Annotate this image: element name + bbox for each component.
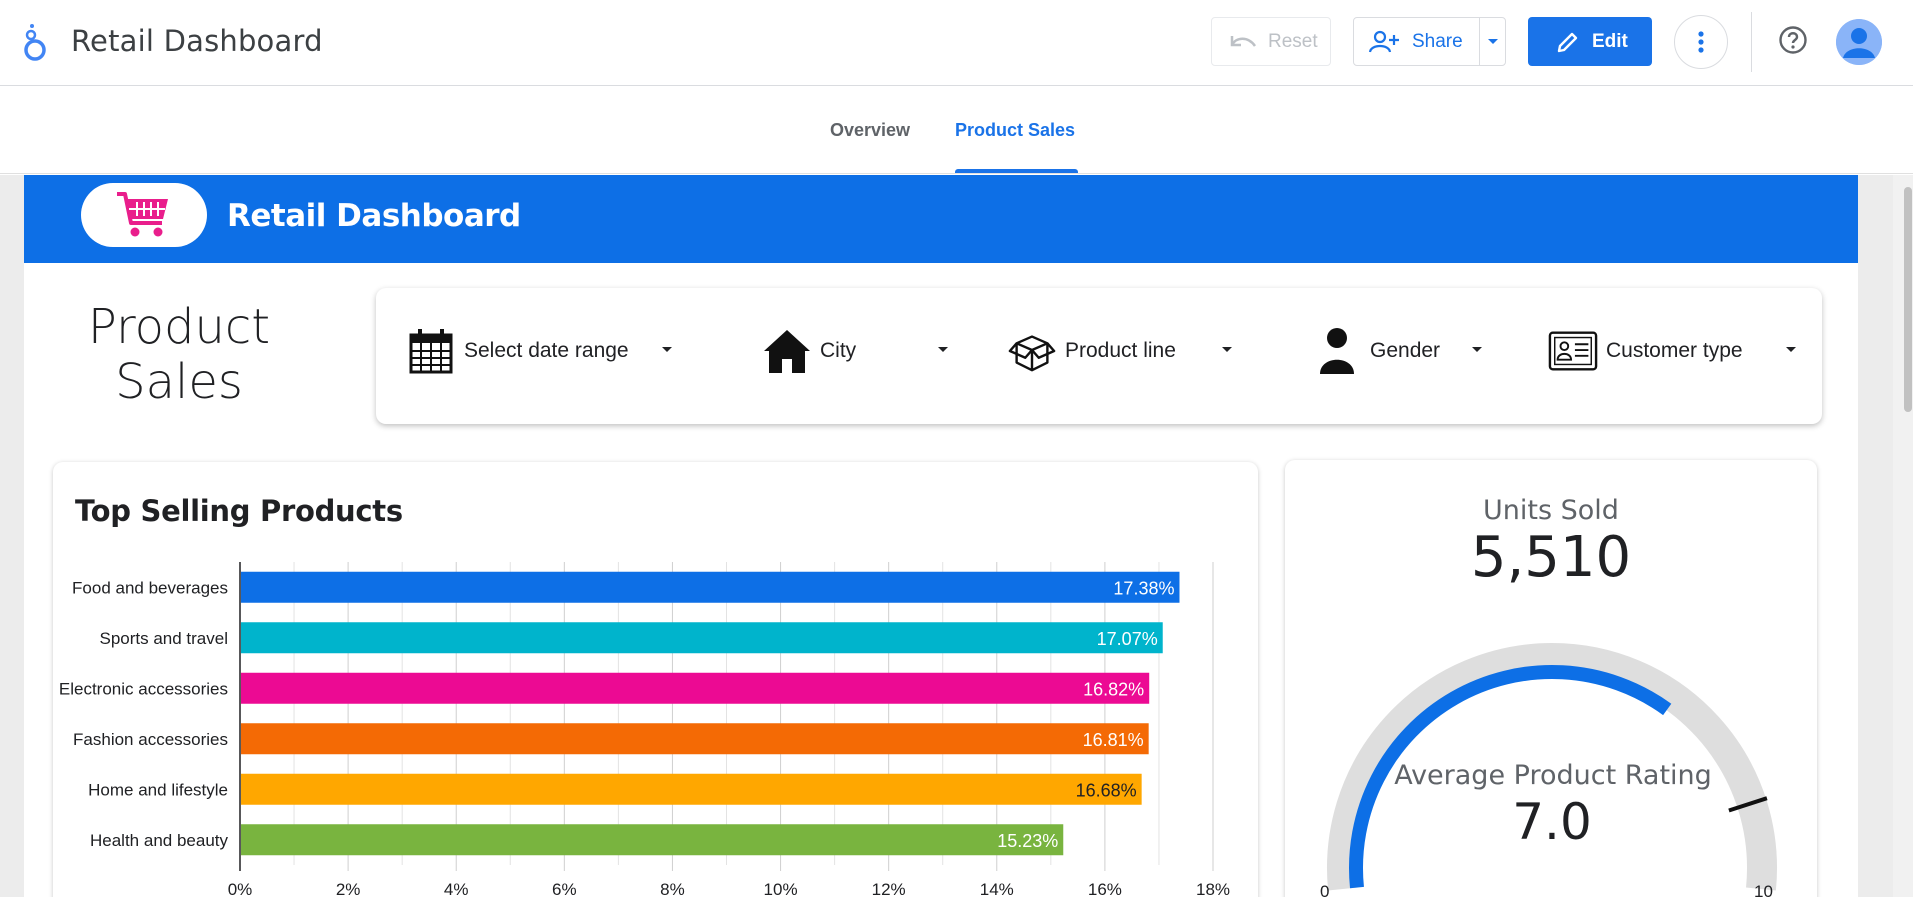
- reset-label: Reset: [1268, 30, 1318, 52]
- cart-logo: [81, 183, 207, 247]
- caret-down-icon: [1472, 347, 1482, 352]
- data-label: 17.38%: [1113, 578, 1174, 598]
- page-tabs: Overview Product Sales: [0, 87, 1913, 174]
- filter-bar: Select date range City Product line Gend…: [376, 288, 1822, 424]
- category-label: Home and lifestyle: [88, 780, 228, 799]
- app-title: Retail Dashboard: [71, 24, 323, 58]
- data-label: 16.82%: [1083, 679, 1144, 699]
- page-title: Product Sales: [64, 300, 294, 410]
- filter-gender-label: Gender: [1370, 339, 1441, 362]
- category-label: Sports and travel: [99, 629, 228, 648]
- avatar[interactable]: [1836, 19, 1882, 65]
- tab-product-sales[interactable]: Product Sales: [955, 120, 1075, 141]
- divider: [1751, 12, 1752, 72]
- category-label: Food and beverages: [72, 578, 228, 597]
- bar: [241, 723, 1149, 755]
- filter-customer-type-label: Customer type: [1606, 339, 1743, 362]
- x-tick-label: 6%: [552, 880, 577, 897]
- rating-value: 7.0: [1512, 793, 1592, 851]
- help-icon[interactable]: [1778, 25, 1808, 55]
- caret-down-icon: [1786, 347, 1796, 352]
- caret-down-icon: [1487, 38, 1498, 44]
- looker-studio-logo-icon[interactable]: [22, 22, 50, 62]
- filter-customer-type[interactable]: Customer type: [1548, 323, 1808, 379]
- page-title-line2: Sales: [115, 354, 243, 410]
- pencil-icon: [1557, 32, 1578, 52]
- filter-gender[interactable]: Gender: [1312, 323, 1512, 379]
- x-tick-label: 4%: [444, 880, 469, 897]
- filter-product-line-label: Product line: [1065, 339, 1176, 362]
- category-label: Electronic accessories: [59, 679, 228, 698]
- house-icon: [762, 326, 812, 376]
- header-banner: Retail Dashboard: [24, 175, 1858, 263]
- page-title-line1: Product: [87, 299, 271, 355]
- more-vert-icon: [1698, 31, 1704, 53]
- banner-title: Retail Dashboard: [227, 198, 521, 234]
- x-tick-label: 2%: [336, 880, 361, 897]
- share-button[interactable]: Share: [1353, 17, 1480, 66]
- more-options-button[interactable]: [1674, 15, 1728, 69]
- filter-city[interactable]: City: [762, 323, 952, 379]
- gauge-min-label: 0: [1320, 882, 1330, 897]
- id-card-icon: [1548, 326, 1598, 376]
- rating-label: Average Product Rating: [1394, 760, 1712, 791]
- reset-button[interactable]: Reset: [1211, 17, 1331, 66]
- x-tick-label: 0%: [228, 880, 253, 897]
- share-dropdown-button[interactable]: [1479, 17, 1506, 66]
- tab-overview[interactable]: Overview: [830, 120, 910, 141]
- edit-button[interactable]: Edit: [1528, 17, 1652, 66]
- caret-down-icon: [938, 347, 948, 352]
- caret-down-icon: [1222, 347, 1232, 352]
- calendar-icon: [406, 326, 456, 376]
- edit-label: Edit: [1592, 30, 1628, 52]
- bar: [241, 571, 1180, 603]
- data-label: 17.07%: [1097, 629, 1158, 649]
- filter-date-range[interactable]: Select date range: [406, 323, 676, 379]
- x-tick-label: 16%: [1088, 880, 1122, 897]
- top-selling-bar-chart: 0% 2% 4% 6% 8% 10% 12% 14% 16% 18% Food and bevera…: [59, 562, 1230, 897]
- undo-icon: [1230, 35, 1257, 47]
- filter-product-line[interactable]: Product line: [1007, 323, 1267, 379]
- x-tick-label: 14%: [980, 880, 1014, 897]
- data-label: 15.23%: [997, 831, 1058, 851]
- share-label: Share: [1412, 30, 1463, 52]
- data-label: 16.68%: [1076, 780, 1137, 800]
- data-label: 16.81%: [1083, 730, 1144, 750]
- report-page: Retail Dashboard Product Sales Select da…: [24, 175, 1858, 897]
- bar: [241, 622, 1163, 654]
- category-label: Health and beauty: [90, 831, 228, 850]
- bar: [241, 824, 1064, 856]
- account-icon: [1836, 19, 1882, 65]
- person-icon: [1312, 326, 1362, 376]
- scrollbar-thumb[interactable]: [1904, 187, 1912, 412]
- category-label: Fashion accessories: [73, 730, 228, 749]
- box-icon: [1007, 326, 1057, 376]
- x-tick-label: 12%: [872, 880, 906, 897]
- shopping-cart-icon: [117, 192, 168, 237]
- x-tick-label: 18%: [1196, 880, 1230, 897]
- top-selling-products-card: Top Selling Products 0% 2% 4% 6% 8% 10% 12% 14%…: [53, 462, 1258, 897]
- add-person-icon: [1368, 30, 1399, 52]
- bar: [241, 672, 1150, 704]
- active-tab-indicator: [955, 169, 1078, 173]
- x-tick-label: 10%: [764, 880, 798, 897]
- app-bar: Retail Dashboard Reset Share Edit: [0, 0, 1913, 86]
- filter-date-range-label: Select date range: [464, 339, 629, 362]
- filter-city-label: City: [820, 339, 857, 362]
- x-tick-label: 8%: [660, 880, 685, 897]
- gauge-max-label: 10: [1754, 882, 1773, 897]
- units-sold-card: Units Sold 5,510 Average Product Rating …: [1285, 460, 1817, 897]
- bar: [241, 773, 1142, 805]
- caret-down-icon: [662, 347, 672, 352]
